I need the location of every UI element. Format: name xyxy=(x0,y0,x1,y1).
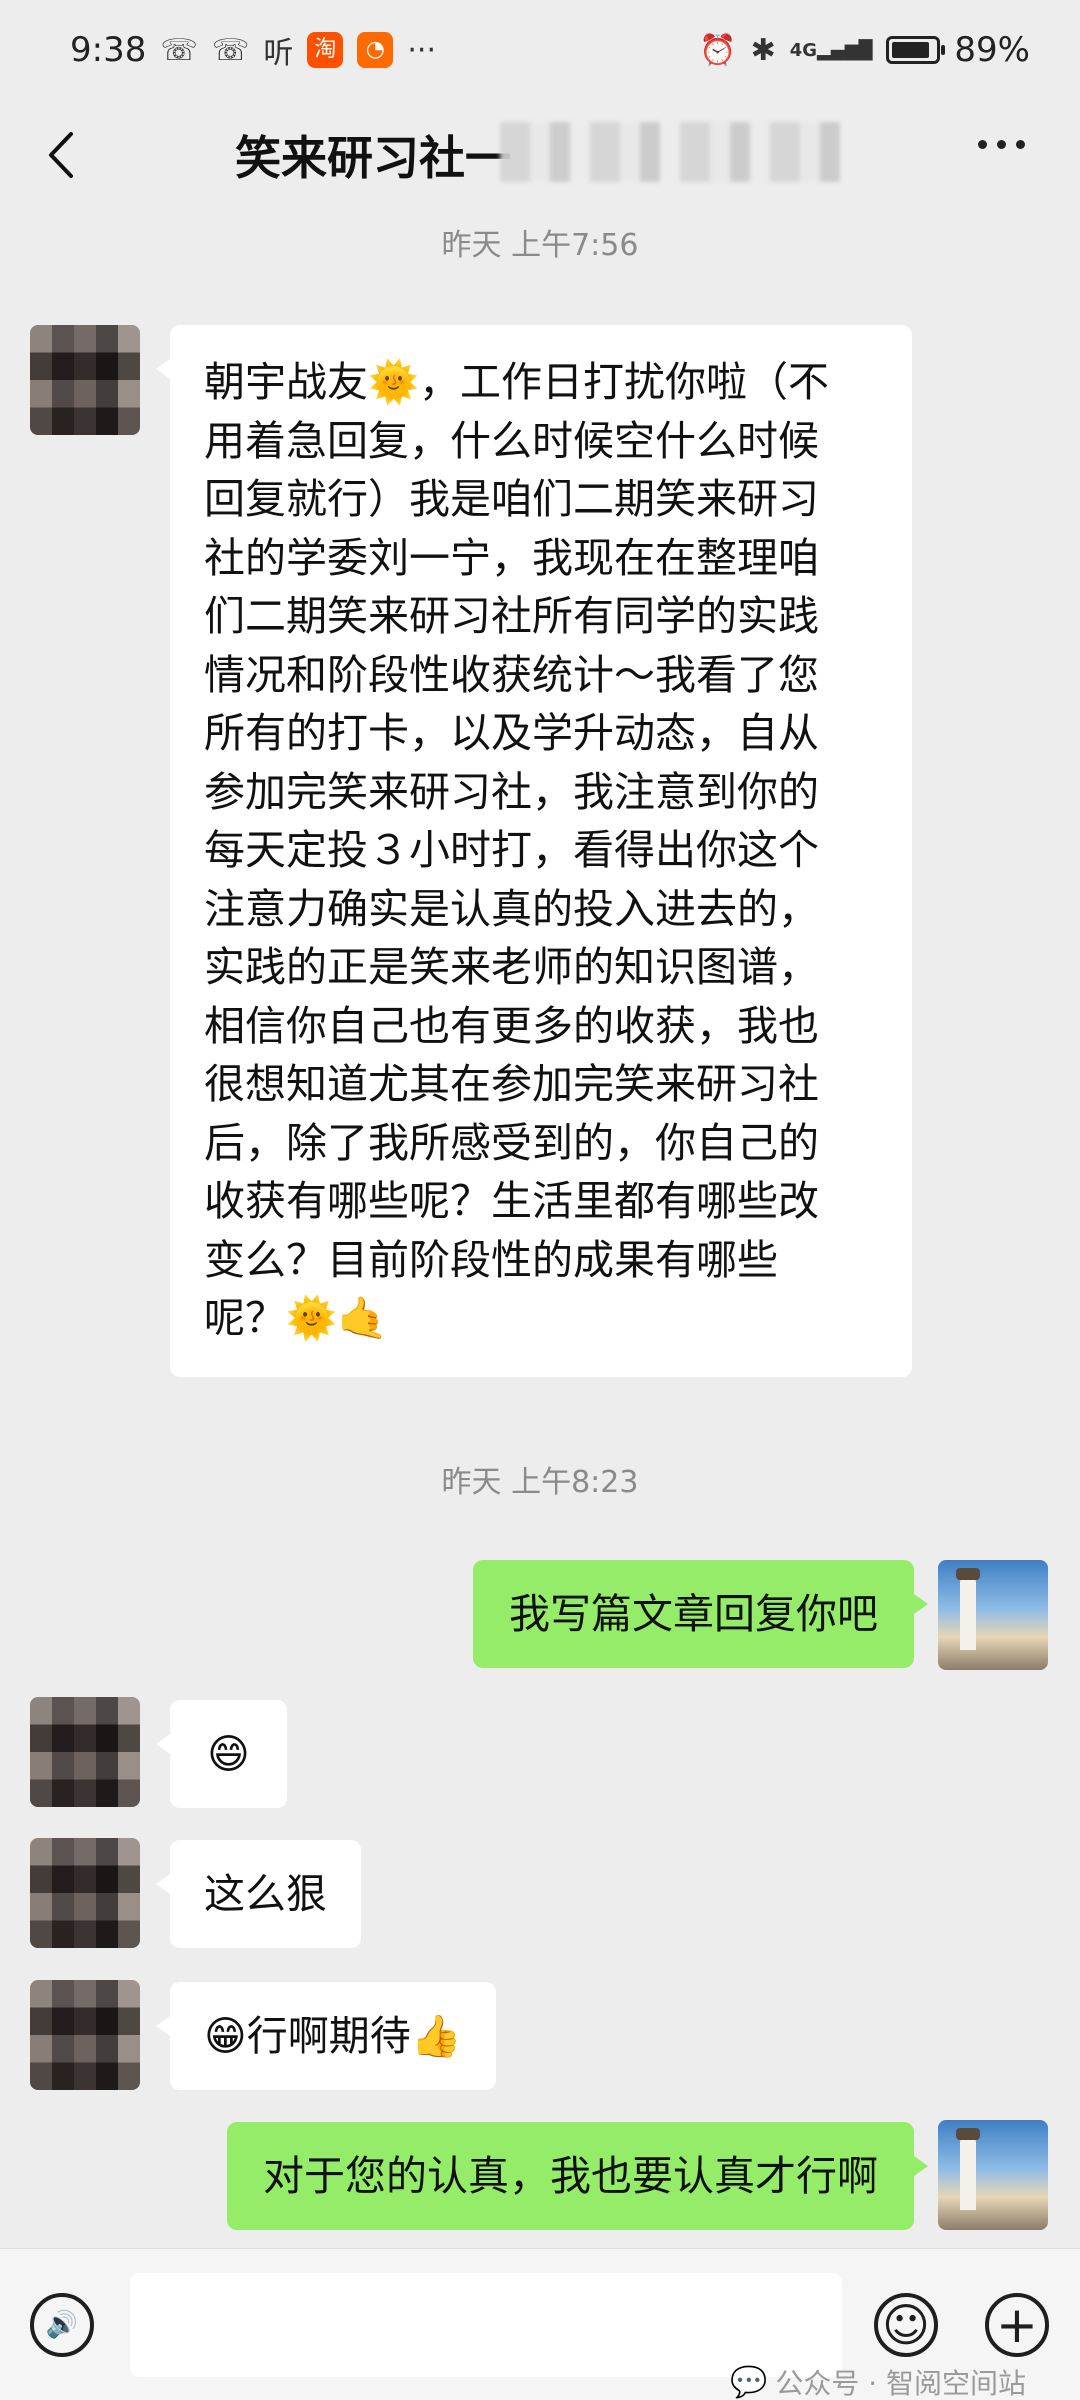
chat-header: 笑来研习社一 xyxy=(0,100,1080,210)
message-line: 每天定投３小时打，看得出你这个 xyxy=(204,826,819,874)
voice-button[interactable]: 🔊 xyxy=(30,2293,94,2357)
back-button[interactable] xyxy=(30,125,90,185)
message-timestamp: 昨天 上午8:23 xyxy=(441,1465,639,1500)
my-avatar[interactable] xyxy=(938,2120,1048,2230)
missed-call-icon: ☏ xyxy=(160,32,198,68)
battery-percent: 89% xyxy=(954,30,1030,70)
status-bar-right: ⏰ ✱ 4G▂▄▆█ 89% xyxy=(699,30,1030,70)
bluetooth-icon: ✱ xyxy=(750,32,776,68)
plus-button[interactable]: + xyxy=(985,2293,1049,2357)
plus-icon: + xyxy=(996,2296,1038,2354)
message-line: 用着急回复，什么时候空什么时候 xyxy=(204,416,819,465)
message-line: 相信你自己也有更多的收获，我也 xyxy=(204,1001,819,1050)
message-line: 呢？🌞🤙 xyxy=(204,1294,389,1342)
outgoing-message-bubble[interactable]: 对于您的认真，我也要认真才行啊 xyxy=(227,2122,928,2230)
incoming-message-bubble[interactable]: 😄 xyxy=(156,1700,287,1808)
wechat-icon: 💬 xyxy=(730,2364,768,2400)
voice-icon: 🔊 xyxy=(45,2310,79,2340)
alarm-icon: ⏰ xyxy=(699,32,737,68)
title-redacted xyxy=(500,122,840,182)
message-line: 参加完笑来研习社，我注意到你的 xyxy=(204,767,819,816)
emoji-button[interactable]: ☺ xyxy=(874,2293,938,2357)
alibaba-app-icon: ◔ xyxy=(357,32,394,68)
contact-avatar[interactable] xyxy=(30,1980,140,2090)
message-line: 们二期笑来研习社所有同学的实践 xyxy=(204,592,819,640)
avatar-pixelation xyxy=(30,1838,140,1948)
message-line: 注意力确实是认真的投入进去的， xyxy=(204,884,819,933)
incoming-message-bubble[interactable]: 朝宇战友🌞，工作日打扰你啦（不 用着急回复，什么时候空什么时候 回复就行）我是咱… xyxy=(156,325,912,1377)
message-line: 情况和阶段性收获统计～我看了您 xyxy=(204,650,819,699)
more-dot xyxy=(997,140,1006,149)
listen-app-icon: 听 xyxy=(263,36,294,71)
watermark: 💬 公众号 · 智阅空间站 xyxy=(730,2362,1026,2400)
message-line: 实践的正是笑来老师的知识图谱， xyxy=(204,943,819,991)
battery-fill xyxy=(892,42,930,58)
incoming-message-bubble[interactable]: 😁行啊期待👍 xyxy=(156,1982,496,2090)
chat-screen: 9:38 ☏ ☏ 听 淘 ◔ ··· ⏰ ✱ 4G▂▄▆█ 89% 笑来研习社一 xyxy=(0,0,1080,2400)
contact-avatar[interactable] xyxy=(30,325,140,435)
message-line: 社的学委刘一宁，我现在在整理咱 xyxy=(204,533,819,582)
status-time: 9:38 xyxy=(70,30,147,70)
missed-call-icon: ☏ xyxy=(211,32,250,68)
message-timestamp: 昨天 上午7:56 xyxy=(441,228,639,263)
watermark-text: 公众号 · 智阅空间站 xyxy=(775,2367,1027,2400)
chat-title: 笑来研习社一 xyxy=(235,131,511,185)
my-avatar[interactable] xyxy=(938,1560,1048,1670)
avatar-pixelation xyxy=(30,1980,140,2090)
more-dots-icon xyxy=(978,140,987,149)
emoji-icon: ☺ xyxy=(882,2298,930,2352)
message-line: 变么？目前阶段性的成果有哪些 xyxy=(204,1235,778,1284)
message-line: 回复就行）我是咱们二期笑来研习 xyxy=(204,475,819,523)
more-button[interactable] xyxy=(978,140,1025,149)
chevron-left-icon xyxy=(49,132,73,178)
lighthouse-image xyxy=(956,2128,980,2210)
more-notifications-icon: ··· xyxy=(407,32,436,68)
message-line: 朝宇战友🌞，工作日打扰你啦（不 xyxy=(204,358,830,406)
message-line: 很想知道尤其在参加完笑来研习社 xyxy=(204,1060,819,1108)
outgoing-message-bubble[interactable]: 我写篇文章回复你吧 xyxy=(473,1560,928,1668)
incoming-message-bubble[interactable]: 这么狠 xyxy=(156,1840,361,1948)
message-line: 收获有哪些呢？生活里都有哪些改 xyxy=(204,1177,819,1225)
message-line: 所有的打卡，以及学升动态，自从 xyxy=(204,709,819,757)
status-bar: 9:38 ☏ ☏ 听 淘 ◔ ··· ⏰ ✱ 4G▂▄▆█ 89% xyxy=(0,0,1080,100)
message-line: 后，除了我所感受到的，你自己的 xyxy=(204,1118,819,1167)
contact-avatar[interactable] xyxy=(30,1838,140,1948)
battery-icon xyxy=(886,36,946,64)
more-dot xyxy=(1016,140,1025,149)
taobao-app-icon: 淘 xyxy=(307,32,344,68)
avatar-pixelation xyxy=(30,1697,140,1807)
contact-avatar[interactable] xyxy=(30,1697,140,1807)
4g-signal-icon: 4G▂▄▆█ xyxy=(789,39,873,61)
avatar-pixelation xyxy=(30,325,140,435)
lighthouse-image xyxy=(956,1568,980,1650)
status-bar-left: 9:38 ☏ ☏ 听 淘 ◔ ··· xyxy=(70,28,436,72)
